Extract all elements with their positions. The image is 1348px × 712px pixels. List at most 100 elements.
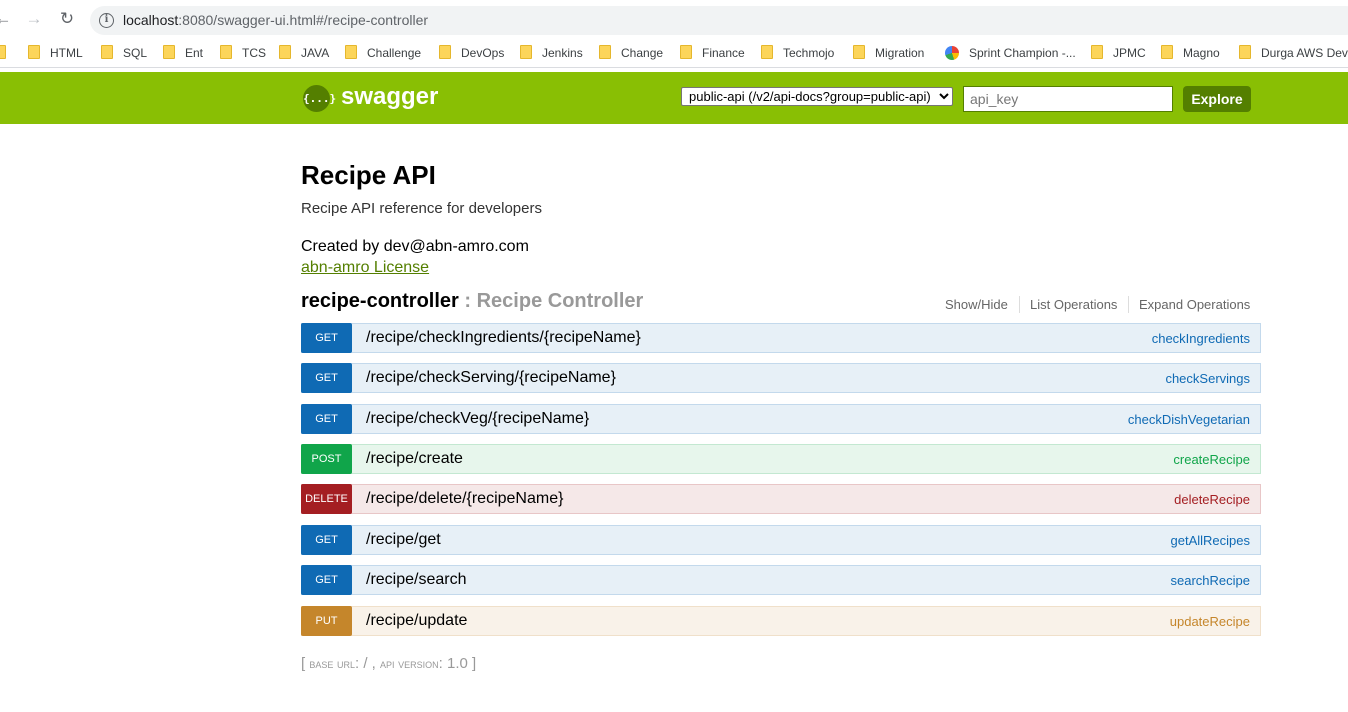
api-description: Recipe API reference for developers xyxy=(301,200,542,217)
operation-row[interactable]: GET /recipe/search searchRecipe xyxy=(301,565,1261,595)
http-method-badge[interactable]: GET xyxy=(301,363,352,393)
url-omnibox[interactable]: i localhost:8080/swagger-ui.html#/recipe… xyxy=(90,6,1348,35)
operation-row[interactable]: POST /recipe/create createRecipe xyxy=(301,444,1261,474)
bookmark-partial[interactable] xyxy=(0,45,16,63)
license-link[interactable]: abn-amro License xyxy=(301,259,429,277)
operation-row[interactable]: GET /recipe/checkVeg/{recipeName} checkD… xyxy=(301,404,1261,434)
bookmark-label: HTML xyxy=(50,46,83,60)
operation-path[interactable]: /recipe/checkServing/{recipeName} xyxy=(366,369,616,387)
url-text[interactable]: localhost:8080/swagger-ui.html#/recipe-c… xyxy=(123,12,428,28)
forward-arrow-icon[interactable]: → xyxy=(25,10,43,28)
base-url-label: base url xyxy=(309,656,355,671)
api-spec-select[interactable]: public-api (/v2/api-docs?group=public-ap… xyxy=(681,87,953,106)
folder-icon xyxy=(279,45,291,59)
bookmark-item[interactable]: DevOps xyxy=(439,45,504,63)
operation-row[interactable]: GET /recipe/get getAllRecipes xyxy=(301,525,1261,555)
swagger-header: {...} swagger public-api (/v2/api-docs?g… xyxy=(0,72,1348,124)
controller-name[interactable]: recipe-controller xyxy=(301,290,459,312)
bookmark-item[interactable]: Ent xyxy=(163,45,203,63)
controller-description: : Recipe Controller xyxy=(464,290,644,312)
folder-icon xyxy=(345,45,357,59)
operation-path[interactable]: /recipe/create xyxy=(366,450,463,468)
bookmark-label: SQL xyxy=(123,46,148,60)
operation-path[interactable]: /recipe/checkIngredients/{recipeName} xyxy=(366,329,641,347)
operation-path[interactable]: /recipe/delete/{recipeName} xyxy=(366,490,563,508)
api-contact: Created by dev@abn-amro.com xyxy=(301,238,529,255)
folder-icon xyxy=(599,45,611,59)
http-method-badge[interactable]: POST xyxy=(301,444,352,474)
reload-icon[interactable]: ↻ xyxy=(58,10,76,28)
http-method-badge[interactable]: PUT xyxy=(301,606,352,636)
operation-nickname[interactable]: getAllRecipes xyxy=(1171,533,1251,548)
api-key-input[interactable] xyxy=(963,86,1173,112)
base-url-value: : / , xyxy=(354,655,376,672)
http-method-badge[interactable]: GET xyxy=(301,565,352,595)
operation-nickname[interactable]: searchRecipe xyxy=(1171,573,1251,588)
operation-path[interactable]: /recipe/checkVeg/{recipeName} xyxy=(366,410,589,428)
bookmark-label: JPMC xyxy=(1113,46,1146,60)
bookmark-item[interactable]: SQL xyxy=(101,45,147,63)
operation-nickname[interactable]: createRecipe xyxy=(1173,452,1250,467)
http-method-badge[interactable]: DELETE xyxy=(301,484,352,514)
info-icon[interactable]: i xyxy=(99,13,114,28)
bookmark-item[interactable]: JAVA xyxy=(279,45,329,63)
folder-icon xyxy=(1239,45,1251,59)
bookmark-item[interactable]: HTML xyxy=(28,45,83,63)
bookmark-item[interactable]: Sprint Champion -... xyxy=(945,45,1076,63)
bookmark-label: Magno xyxy=(1183,46,1220,60)
controller-heading[interactable]: recipe-controller : Recipe Controller xyxy=(301,290,643,313)
bookmark-label: Durga AWS Devo xyxy=(1261,46,1348,60)
expand-operations-link[interactable]: Expand Operations xyxy=(1139,297,1250,312)
http-method-badge[interactable]: GET xyxy=(301,525,352,555)
bookmark-item[interactable]: Change xyxy=(599,45,663,63)
bookmark-item[interactable]: Jenkins xyxy=(520,45,583,63)
operation-path[interactable]: /recipe/search xyxy=(366,571,467,589)
back-arrow-icon[interactable]: ← xyxy=(0,10,12,28)
folder-icon xyxy=(853,45,865,59)
bookmark-label: JAVA xyxy=(301,46,330,60)
explore-button[interactable]: Explore xyxy=(1183,86,1251,112)
folder-icon xyxy=(163,45,175,59)
bookmark-label: DevOps xyxy=(461,46,505,60)
swagger-brand[interactable]: swagger xyxy=(341,83,438,111)
url-host: localhost xyxy=(123,12,179,28)
operation-row[interactable]: GET /recipe/checkServing/{recipeName} ch… xyxy=(301,363,1261,393)
bookmark-item[interactable]: Migration xyxy=(853,45,924,63)
bookmark-item[interactable]: Magno xyxy=(1161,45,1220,63)
operation-row[interactable]: DELETE /recipe/delete/{recipeName} delet… xyxy=(301,484,1261,514)
operation-nickname[interactable]: checkServings xyxy=(1165,371,1250,386)
bookmark-item[interactable]: JPMC xyxy=(1091,45,1146,63)
bookmark-item[interactable]: Techmojo xyxy=(761,45,834,63)
bookmark-item[interactable]: Challenge xyxy=(345,45,421,63)
pie-chart-icon xyxy=(945,46,959,60)
page-title: Recipe API xyxy=(301,160,436,190)
folder-icon xyxy=(520,45,532,59)
api-version-value: : 1.0 xyxy=(438,655,468,672)
operation-row[interactable]: GET /recipe/checkIngredients/{recipeName… xyxy=(301,323,1261,353)
operation-path[interactable]: /recipe/update xyxy=(366,612,467,630)
operation-path[interactable]: /recipe/get xyxy=(366,531,441,549)
operation-nickname[interactable]: updateRecipe xyxy=(1170,614,1250,629)
swagger-logo-icon[interactable]: {...} xyxy=(303,85,336,112)
http-method-badge[interactable]: GET xyxy=(301,404,352,434)
browser-address-bar: ← → ↻ i localhost:8080/swagger-ui.html#/… xyxy=(0,0,1348,38)
show-hide-link[interactable]: Show/Hide xyxy=(945,297,1008,312)
bookmark-item[interactable]: Durga AWS Devo xyxy=(1239,45,1348,63)
operation-nickname[interactable]: checkIngredients xyxy=(1152,331,1250,346)
bookmark-label: Jenkins xyxy=(542,46,583,60)
folder-icon xyxy=(439,45,451,59)
bookmark-label: Techmojo xyxy=(783,46,835,60)
operation-row[interactable]: PUT /recipe/update updateRecipe xyxy=(301,606,1261,636)
divider xyxy=(1128,296,1129,313)
bookmark-label: Change xyxy=(621,46,664,60)
bookmark-label: Sprint Champion -... xyxy=(969,46,1076,60)
bookmark-label: Migration xyxy=(875,46,925,60)
list-operations-link[interactable]: List Operations xyxy=(1030,297,1117,312)
http-method-badge[interactable]: GET xyxy=(301,323,352,353)
operation-nickname[interactable]: deleteRecipe xyxy=(1174,492,1250,507)
bookmark-item[interactable]: TCS xyxy=(220,45,266,63)
bookmark-item[interactable]: Finance xyxy=(680,45,745,63)
api-version-label: api version xyxy=(380,656,439,671)
divider xyxy=(1019,296,1020,313)
operation-nickname[interactable]: checkDishVegetarian xyxy=(1128,412,1250,427)
